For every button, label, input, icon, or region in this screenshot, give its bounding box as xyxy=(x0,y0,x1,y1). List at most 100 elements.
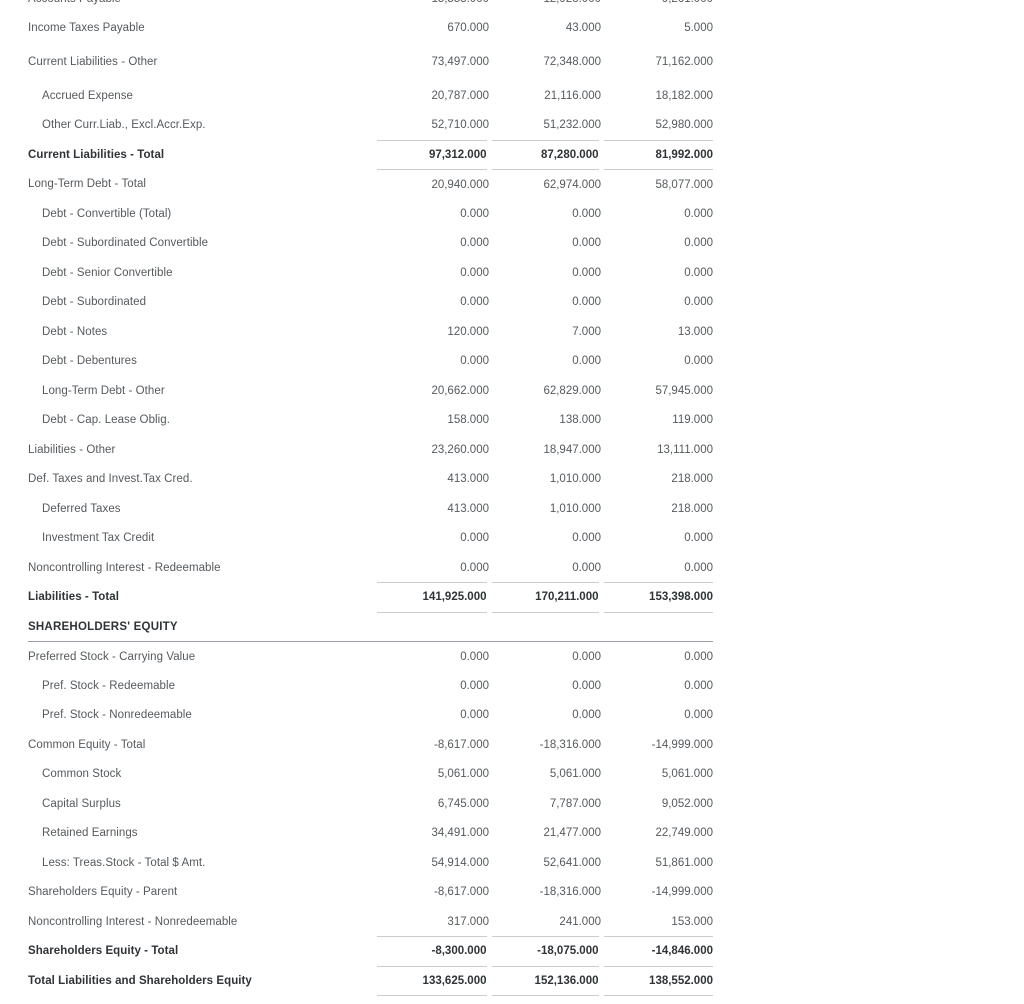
row-label: Debt - Debentures xyxy=(42,355,137,368)
section-header-row: SHAREHOLDERS' EQUITY xyxy=(28,612,713,642)
row-value-col3: 5.000 xyxy=(684,22,713,35)
row-value-col2: 87,280.000 xyxy=(486,139,601,170)
row-value-col3: -14,999.000 xyxy=(651,738,713,751)
table-row: Less: Treas.Stock - Total $ Amt. 54,914.0… xyxy=(28,848,713,878)
row-label: Investment Tax Credit xyxy=(42,532,155,545)
row-label: Other Curr.Liab., Excl.Accr.Exp. xyxy=(42,119,206,132)
row-value-col3: 0.000 xyxy=(684,532,713,545)
row-value-col2: 12,928.000 xyxy=(489,0,601,14)
row-label: Common Equity - Total xyxy=(28,738,146,751)
row-value-col2: 0.000 xyxy=(572,266,601,279)
row-value-col1: -8,617.000 xyxy=(434,886,489,899)
table-row: Accrued Expense 20,787.000 21,116.000 18,18… xyxy=(28,81,713,111)
row-value-col2: 0.000 xyxy=(572,237,601,250)
row-value-col2: 52,641.000 xyxy=(543,856,601,869)
row-value-col1: 20,662.000 xyxy=(431,384,489,397)
row-label: Common Stock xyxy=(42,768,122,781)
row-value-col1: 97,312.000 xyxy=(377,139,489,170)
row-value-col1: 317.000 xyxy=(447,915,489,928)
table-row: Debt - Notes 120.000 7.000 13.000 xyxy=(28,317,713,347)
row-value-col3: 81,992.000 xyxy=(598,139,713,170)
financial-statement-body: Accounts Payable15,553.00012,928.0009,26… xyxy=(28,0,713,996)
table-row: Common Stock 5,061.000 5,061.000 5,061.000 xyxy=(28,760,713,790)
table-row-total: Shareholders Equity - Total -8,300.000 -18… xyxy=(28,936,713,967)
row-value-col2: 18,947.000 xyxy=(543,443,601,456)
row-value-col2: -18,316.000 xyxy=(539,738,601,751)
row-value-col2: 21,477.000 xyxy=(543,827,601,840)
row-value-col3: 71,162.000 xyxy=(655,56,713,68)
row-value-col3: 0.000 xyxy=(684,650,713,663)
row-value-col1: 0.000 xyxy=(460,679,489,692)
table-row: Noncontrolling Interest - Redeemable 0.00… xyxy=(28,553,713,583)
row-label: Retained Earnings xyxy=(42,827,138,840)
row-value-col1: 23,260.000 xyxy=(431,443,489,456)
row-value-col1: 15,553.000 xyxy=(377,0,489,14)
row-label: Total Liabilities and Shareholders Equit… xyxy=(28,974,252,987)
row-value-col3: 13.000 xyxy=(677,325,713,338)
row-value-col1: 0.000 xyxy=(460,650,489,663)
row-label: Pref. Stock - Nonredeemable xyxy=(42,709,192,722)
row-value-col1: 52,710.000 xyxy=(431,119,489,131)
row-value-col2: 21,116.000 xyxy=(544,89,601,102)
row-value-col2: 0.000 xyxy=(572,296,601,309)
row-value-col3: 153.000 xyxy=(671,915,713,928)
table-row: Debt - Subordinated 0.000 0.000 0.000 xyxy=(28,288,713,318)
row-value-col3: 0.000 xyxy=(684,207,713,220)
table-row: Income Taxes Payable 670.000 43.000 5.000 xyxy=(28,14,713,44)
row-label: Debt - Notes xyxy=(42,325,108,338)
row-label: Liabilities - Other xyxy=(28,443,116,456)
row-label: Noncontrolling Interest - Redeemable xyxy=(28,561,221,574)
row-value-col1: 34,491.000 xyxy=(431,827,489,840)
table-row: Long-Term Debt - Other 20,662.000 62,829.0… xyxy=(28,376,713,406)
row-label: Debt - Subordinated xyxy=(42,296,147,309)
row-value-col3: 22,749.000 xyxy=(655,827,713,840)
table-row: Capital Surplus 6,745.000 7,787.000 9,052.0… xyxy=(28,789,713,819)
table-row: Def. Taxes and Invest.Tax Cred. 413.000 1,… xyxy=(28,465,713,495)
row-value-col3: 5,061.000 xyxy=(661,768,713,781)
row-value-col3: 218.000 xyxy=(671,473,713,486)
row-label: Long-Term Debt - Total xyxy=(28,178,147,191)
section-header-label: SHAREHOLDERS' EQUITY xyxy=(28,612,713,642)
row-label: Accrued Expense xyxy=(42,89,133,102)
row-value-col3: 58,077.000 xyxy=(655,178,713,191)
row-value-col3: 0.000 xyxy=(684,561,713,574)
row-label: Preferred Stock - Carrying Value xyxy=(28,650,196,663)
row-value-col2: 0.000 xyxy=(572,679,601,692)
balance-sheet-page: Accounts Payable15,553.00012,928.0009,26… xyxy=(0,0,1024,1004)
row-value-col2: 43.000 xyxy=(565,22,601,35)
row-value-col3: 119.000 xyxy=(672,414,713,427)
row-value-col2: -18,075.000 xyxy=(486,936,601,967)
row-value-col1: 0.000 xyxy=(460,532,489,545)
row-value-col1: 0.000 xyxy=(460,355,489,368)
row-value-col2: 0.000 xyxy=(572,709,601,722)
table-row: Debt - Convertible (Total) 0.000 0.000 0.00… xyxy=(28,199,713,229)
row-value-col1: 0.000 xyxy=(460,237,489,250)
row-value-col3: 0.000 xyxy=(684,266,713,279)
row-value-col2: 138.000 xyxy=(559,414,601,427)
row-value-col2: 0.000 xyxy=(572,561,601,574)
row-value-col2: 62,974.000 xyxy=(543,178,601,191)
row-value-col3: 0.000 xyxy=(684,709,713,722)
row-label: Shareholders Equity - Parent xyxy=(28,886,178,899)
row-label: Current Liabilities - Total xyxy=(28,148,165,161)
row-value-col3: 153,398.000 xyxy=(598,582,713,613)
row-value-col3: 218.000 xyxy=(671,502,713,515)
row-label: Shareholders Equity - Total xyxy=(28,945,179,958)
table-row: Current Liabilities - Other 73,497.000 72,… xyxy=(28,43,713,81)
row-value-col3: 0.000 xyxy=(684,296,713,309)
table-row: Accounts Payable15,553.00012,928.0009,26… xyxy=(28,0,713,14)
row-value-col2: 241.000 xyxy=(559,915,601,928)
row-value-col1: 6,745.000 xyxy=(437,797,489,810)
row-value-col2: 0.000 xyxy=(572,355,601,368)
row-label: Debt - Convertible (Total) xyxy=(42,207,172,220)
table-row: Investment Tax Credit 0.000 0.000 0.000 xyxy=(28,524,713,554)
row-value-col1: 0.000 xyxy=(460,561,489,574)
table-row: Liabilities - Other 23,260.000 18,947.000 1… xyxy=(28,435,713,465)
row-value-col2: 72,348.000 xyxy=(543,56,601,68)
row-value-col1: 158.000 xyxy=(447,414,489,427)
table-row: Shareholders Equity - Parent -8,617.000 -1… xyxy=(28,878,713,908)
row-label: Less: Treas.Stock - Total $ Amt. xyxy=(42,856,206,869)
row-value-col1: 120.000 xyxy=(447,325,489,338)
table-row: Debt - Debentures 0.000 0.000 0.000 xyxy=(28,347,713,377)
row-value-col2: 62,829.000 xyxy=(543,384,601,397)
